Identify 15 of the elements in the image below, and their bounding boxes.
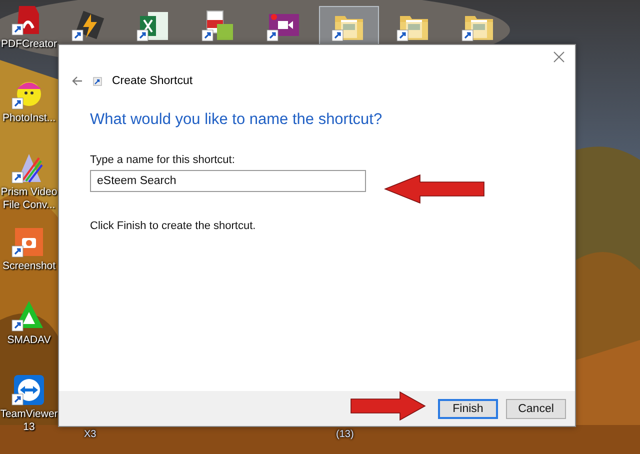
icon-label: TeamViewer 13 [0,408,58,434]
icon-label: PhotoInst... [1,112,57,125]
field-label: Type a name for this shortcut: [90,154,236,166]
name-field[interactable]: eSteem Search [90,170,366,192]
dialog-heading: What would you like to name the shortcut? [90,111,384,129]
icon-label: X3 [84,429,96,441]
icon-label: PDFCreator [0,38,58,51]
icon-label: (13) [336,429,354,441]
dialog-button[interactable]: Cancel [506,398,566,418]
icon-label: SMADAV [6,334,52,347]
dialog-title: Create Shortcut [112,75,193,87]
icon-label: Screenshot [1,260,57,273]
dialog-button[interactable]: Finish [438,398,498,418]
instruction-text: Click Finish to create the shortcut. [90,220,257,232]
icon-label: Prism Video File Conv... [0,186,58,212]
